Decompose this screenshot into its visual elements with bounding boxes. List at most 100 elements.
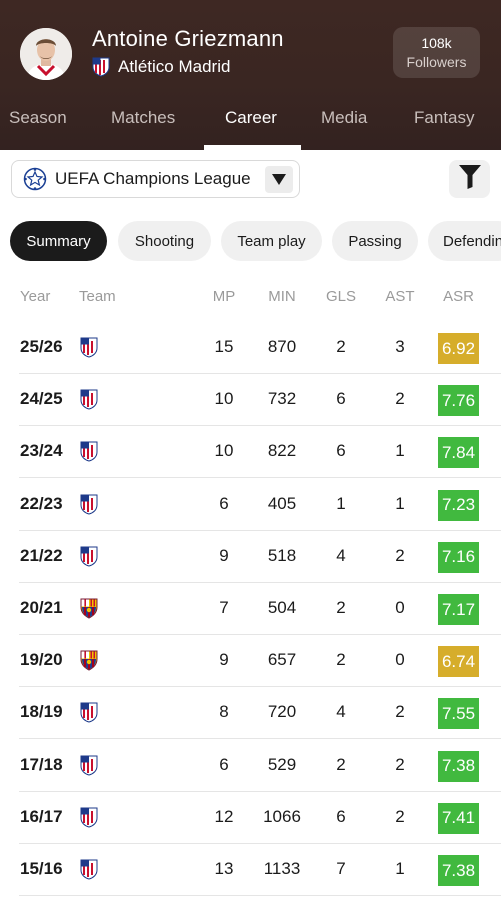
chip-team-play[interactable]: Team play (221, 221, 322, 261)
minutes-played: 732 (267, 389, 297, 409)
season-year: 18/19 (20, 702, 63, 722)
table-row[interactable]: 25/26 15 870 2 3 6.92 (0, 322, 501, 374)
minutes-played: 720 (267, 702, 297, 722)
competition-name: UEFA Champions League (55, 169, 251, 188)
table-row[interactable]: 20/21 7 504 2 0 7.17 (0, 583, 501, 635)
chip-passing[interactable]: Passing (332, 221, 418, 261)
col-year[interactable]: Year (20, 288, 50, 305)
atletico-madrid-crest-icon[interactable] (80, 389, 98, 410)
col-team[interactable]: Team (79, 288, 116, 305)
goals: 2 (336, 754, 346, 774)
season-year: 22/23 (20, 493, 63, 513)
chip-defending[interactable]: Defending (428, 221, 501, 261)
minutes-played: 518 (267, 545, 297, 565)
matches-played: 9 (219, 545, 229, 565)
goals: 4 (336, 545, 346, 565)
table-row[interactable]: 18/19 8 720 4 2 7.55 (0, 687, 501, 740)
col-ast[interactable]: AST (380, 288, 420, 305)
tab-season[interactable]: Season (9, 108, 67, 128)
competition-filter-row: UEFA Champions League (0, 160, 501, 202)
col-asr[interactable]: ASR (438, 288, 479, 305)
assists: 0 (395, 650, 405, 670)
active-tab-indicator (204, 145, 301, 150)
career-table-header: Year Team MP MIN GLS AST ASR (0, 288, 501, 308)
table-row[interactable]: 24/25 10 732 6 2 7.76 (0, 374, 501, 427)
goals: 6 (336, 441, 346, 461)
atletico-madrid-crest-icon[interactable] (80, 494, 98, 515)
fc-barcelona-crest-icon[interactable] (80, 650, 98, 671)
matches-played: 7 (219, 598, 229, 617)
average-rating-badge: 7.84 (438, 437, 479, 469)
season-year: 19/20 (20, 650, 63, 670)
goals: 2 (336, 598, 346, 617)
player-name: Antoine Griezmann (92, 26, 284, 51)
matches-played: 8 (219, 702, 229, 722)
player-avatar[interactable] (20, 28, 72, 80)
goals: 4 (336, 702, 346, 722)
goals: 6 (336, 389, 346, 409)
col-gls[interactable]: GLS (321, 288, 361, 305)
tab-career[interactable]: Career (225, 108, 277, 128)
goals: 2 (336, 650, 346, 670)
col-min[interactable]: MIN (262, 288, 302, 305)
goals: 1 (336, 493, 346, 513)
season-year: 16/17 (20, 806, 63, 826)
atletico-madrid-crest-icon (92, 57, 110, 77)
table-row[interactable]: 23/24 10 822 6 1 7.84 (0, 426, 501, 479)
matches-played: 9 (219, 650, 229, 670)
followers-badge[interactable]: 108k Followers (393, 27, 480, 78)
assists: 0 (395, 598, 405, 617)
average-rating-badge: 7.38 (438, 750, 479, 782)
matches-played: 12 (214, 806, 234, 826)
assists: 2 (395, 545, 405, 565)
average-rating-badge: 7.41 (438, 802, 479, 834)
atletico-madrid-crest-icon[interactable] (80, 337, 98, 358)
chip-shooting[interactable]: Shooting (118, 221, 211, 261)
atletico-madrid-crest-icon[interactable] (80, 702, 98, 723)
atletico-madrid-crest-icon[interactable] (80, 807, 98, 828)
assists: 3 (395, 337, 405, 356)
fc-barcelona-crest-icon[interactable] (80, 598, 98, 619)
assists: 1 (395, 859, 405, 878)
goals: 6 (336, 806, 346, 826)
table-row[interactable]: 16/17 12 1066 6 2 7.41 (0, 792, 501, 844)
average-rating-badge: 6.74 (438, 646, 479, 678)
matches-played: 15 (214, 337, 234, 356)
season-year: 15/16 (20, 859, 63, 878)
average-rating-badge: 7.17 (438, 594, 479, 625)
chip-summary[interactable]: Summary (10, 221, 107, 261)
goals: 7 (336, 859, 346, 878)
minutes-played: 405 (267, 493, 297, 513)
tab-fantasy[interactable]: Fantasy (414, 108, 474, 128)
average-rating-badge: 7.55 (438, 698, 479, 730)
season-year: 17/18 (20, 754, 63, 774)
caret-down-icon[interactable] (265, 166, 293, 193)
atletico-madrid-crest-icon[interactable] (80, 755, 98, 776)
player-club[interactable]: Atlético Madrid (92, 57, 230, 77)
matches-played: 6 (219, 493, 229, 513)
atletico-madrid-crest-icon[interactable] (80, 441, 98, 462)
atletico-madrid-crest-icon[interactable] (80, 546, 98, 567)
tab-matches[interactable]: Matches (111, 108, 175, 128)
table-row[interactable]: 15/16 13 1133 7 1 7.38 (0, 844, 501, 896)
table-row[interactable]: 22/23 6 405 1 1 7.23 (0, 479, 501, 531)
table-row[interactable]: 19/20 9 657 2 0 6.74 (0, 635, 501, 688)
tab-media[interactable]: Media (321, 108, 367, 128)
season-year: 21/22 (20, 545, 63, 565)
average-rating-badge: 7.76 (438, 385, 479, 417)
season-year: 20/21 (20, 598, 63, 617)
atletico-madrid-crest-icon[interactable] (80, 859, 98, 880)
col-mp[interactable]: MP (204, 288, 244, 305)
table-row[interactable]: 21/22 9 518 4 2 7.16 (0, 531, 501, 583)
average-rating-badge: 7.23 (438, 489, 479, 521)
average-rating-badge: 7.16 (438, 541, 479, 573)
minutes-played: 504 (267, 598, 297, 617)
competition-dropdown[interactable]: UEFA Champions League (11, 160, 300, 198)
filter-button[interactable] (449, 160, 490, 198)
matches-played: 6 (219, 754, 229, 774)
followers-count: 108k (421, 35, 452, 51)
minutes-played: 870 (267, 337, 297, 356)
matches-played: 10 (214, 389, 234, 409)
table-row[interactable]: 17/18 6 529 2 2 7.38 (0, 740, 501, 792)
matches-played: 13 (214, 859, 234, 878)
